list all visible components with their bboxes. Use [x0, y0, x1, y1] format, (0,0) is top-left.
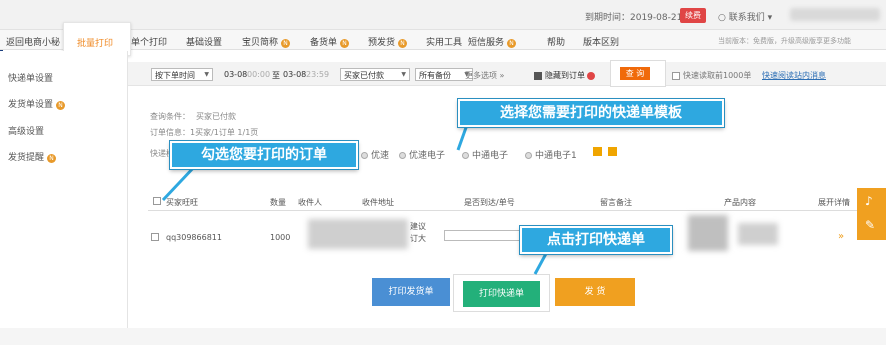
nav-tools[interactable]: 实用工具 — [426, 35, 462, 48]
order-time-select[interactable]: 按下单时间 ▼ — [151, 68, 213, 81]
filter-bar: 按下单时间 ▼ 03-08 00:00 至 03-08 23:59 买家已付款 ▼ … — [128, 62, 886, 86]
new-badge-icon: N — [56, 101, 66, 110]
nav-single-print[interactable]: 单个打印 — [131, 35, 167, 48]
new-badge-icon: N — [281, 39, 291, 48]
sidebar-item-ship-remind[interactable]: 发货提醒 N — [8, 150, 57, 163]
hide-orders-option[interactable]: 隐藏到订单 — [534, 70, 595, 81]
address-tail-2: 订大 — [410, 234, 426, 243]
fast-read-link[interactable]: 快速阅读站内消息 — [762, 70, 826, 81]
address-tail-1: 建议 — [410, 222, 426, 231]
col-address: 收件地址 — [362, 198, 394, 207]
account-name-blurred — [790, 8, 880, 21]
main-nav: 返回电商小秘 单个打印 基础设置 宝贝简称 N 备货单 N 预发货 N 实用工具 短信… — [0, 30, 886, 50]
query-button[interactable]: 查 询 — [620, 67, 650, 80]
callout-check-order: 勾选您要打印的订单 — [170, 141, 358, 169]
table-row[interactable]: qq309866811 1000 建议 订大 » — [148, 213, 866, 258]
product-image-blurred — [688, 215, 728, 251]
template-radio-zto-e1[interactable]: 中通电子1 — [525, 148, 577, 161]
add-template-icon[interactable] — [593, 147, 602, 156]
time-to[interactable]: 23:59 — [306, 70, 329, 79]
renew-button[interactable]: 续费 — [680, 8, 706, 23]
nav-help[interactable]: 帮助 — [547, 35, 565, 48]
print-invoice-button[interactable]: 打印发货单 — [372, 278, 450, 306]
nav-pre-ship[interactable]: 预发货 N — [368, 35, 408, 48]
query-highlight: 查 询 — [610, 60, 666, 87]
query-condition: 查询条件： 买家已付款 — [150, 112, 236, 121]
col-details[interactable]: 展开详情 — [818, 197, 850, 208]
col-tracking: 是否到达/单号 — [464, 198, 515, 207]
nav-back-to-xiaomi[interactable]: 返回电商小秘 — [6, 35, 60, 48]
sidebar-item-express-settings[interactable]: 快递单设置 — [8, 71, 53, 84]
top-bar: 到期时间：2019-08-21 续费 ○ 联系我们 ▾ — [0, 0, 886, 30]
callout-click-print: 点击打印快递单 — [520, 226, 672, 254]
radio-icon — [462, 152, 469, 159]
more-options-link[interactable]: 更多选项 » — [465, 70, 504, 81]
new-badge-icon: N — [47, 154, 57, 163]
nav-sms-service[interactable]: 短信服务 N — [468, 35, 517, 48]
limit-option[interactable]: 快速读取前1000单 — [672, 70, 751, 81]
date-from[interactable]: 03-08 — [224, 70, 247, 79]
col-recipient: 收件人 — [298, 198, 322, 207]
contact-us-link[interactable]: ○ 联系我们 ▾ — [718, 10, 772, 23]
template-radio-yousu[interactable]: 优速 — [361, 148, 389, 161]
date-to[interactable]: 03-08 — [283, 70, 306, 79]
new-badge-icon: N — [340, 39, 350, 48]
col-qty: 数量 — [270, 198, 286, 207]
version-notice: 当前版本：免费版，升级高级版享更多功能 — [718, 37, 851, 45]
new-badge-icon: N — [398, 39, 408, 48]
edit-template-icon[interactable] — [608, 147, 617, 156]
date-to-prefix: 至 — [272, 71, 280, 80]
buyer-name: qq309866811 — [166, 233, 222, 242]
address-blurred — [308, 219, 408, 249]
quantity: 1000 — [270, 233, 291, 242]
help-icon[interactable] — [587, 71, 595, 80]
new-badge-icon: N — [507, 39, 517, 48]
sidebar-item-invoice-settings[interactable]: 发货单设置 N — [8, 97, 66, 110]
print-express-button[interactable]: 打印快递单 — [463, 281, 540, 307]
limit-checkbox[interactable] — [672, 71, 680, 80]
edit-icon: ✎ — [865, 218, 876, 232]
footer-strip — [0, 328, 886, 345]
print-express-highlight: 打印快递单 — [453, 274, 550, 312]
sidebar: 快递单设置 发货单设置 N 高级设置 发货提醒 N — [0, 51, 128, 345]
row-checkbox[interactable] — [151, 233, 159, 241]
ship-button[interactable]: 发 货 — [555, 278, 635, 306]
col-buyer: 买家旺旺 — [166, 198, 198, 207]
nav-basic-settings[interactable]: 基础设置 — [186, 35, 222, 48]
product-text-blurred — [738, 223, 778, 245]
hide-orders-checkbox[interactable] — [534, 71, 542, 80]
radio-icon — [361, 152, 368, 159]
callout-choose-template: 选择您需要打印的快递单模板 — [458, 99, 724, 127]
bell-icon: ♪ — [865, 194, 873, 208]
col-product: 产品内容 — [724, 198, 756, 207]
sidebar-item-advanced[interactable]: 高级设置 — [8, 124, 44, 137]
order-info: 订单信息：1买家/1订单 1/1页 — [150, 128, 259, 137]
nav-item-short-names[interactable]: 宝贝简称 N — [242, 35, 291, 48]
template-radio-zto-e[interactable]: 中通电子 — [462, 148, 508, 161]
order-status-select[interactable]: 买家已付款 ▼ — [340, 68, 410, 81]
expire-date: 到期时间：2019-08-21 — [585, 13, 683, 23]
nav-version-diff[interactable]: 版本区别 — [583, 35, 619, 48]
floating-service-tab[interactable]: ♪ ✎ — [857, 188, 886, 240]
select-all-checkbox[interactable] — [153, 197, 161, 205]
nav-stock-list[interactable]: 备货单 N — [310, 35, 350, 48]
col-remark: 留言备注 — [600, 198, 632, 207]
order-table-header: 买家旺旺 数量 收件人 收件地址 是否到达/单号 留言备注 产品内容 展开详情 — [148, 193, 866, 211]
radio-icon — [525, 152, 532, 159]
radio-icon — [399, 152, 406, 159]
time-from[interactable]: 00:00 — [247, 70, 270, 79]
template-radio-yousu-e[interactable]: 优速电子 — [399, 148, 445, 161]
expand-chevron-icon[interactable]: » — [838, 231, 844, 242]
